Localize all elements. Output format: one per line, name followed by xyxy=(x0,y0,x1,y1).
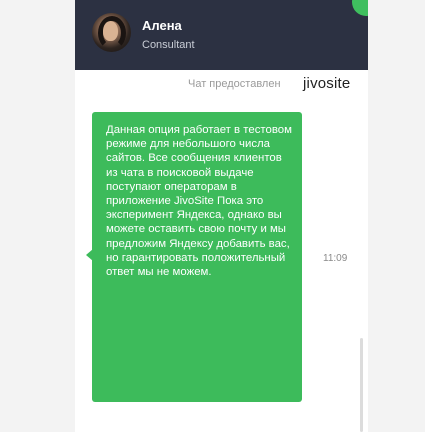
message-time: 11:09 xyxy=(323,253,348,264)
chat-scrollbar[interactable] xyxy=(360,338,363,432)
status-dot-icon[interactable] xyxy=(352,0,368,16)
message-bubble: Данная опция работает в тестовом режиме … xyxy=(92,112,302,402)
agent-avatar xyxy=(92,13,131,52)
message-text: Данная опция работает в тестовом режиме … xyxy=(106,124,292,279)
chat-widget: Алена Consultant Чат предоставлен jivosi… xyxy=(75,0,368,432)
powered-by-text: Чат предоставлен xyxy=(188,78,281,90)
agent-name: Алена xyxy=(142,18,182,33)
jivosite-logo-link[interactable]: jivosite xyxy=(303,75,350,92)
avatar-face xyxy=(103,21,118,41)
agent-role: Consultant xyxy=(142,39,195,51)
chat-header: Алена Consultant xyxy=(75,0,368,70)
